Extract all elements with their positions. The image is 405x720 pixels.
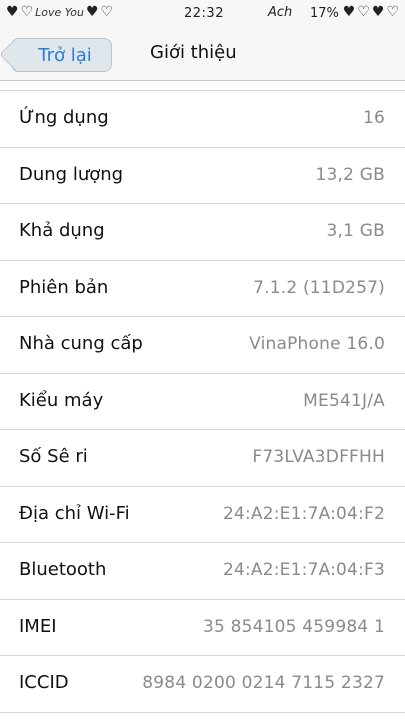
row-label: Dung lượng (19, 163, 124, 185)
status-bar: ♥ ♡ Love You ♥ ♡ 22:32 Ach 17% ♥ ♡ ♥ ♡ (0, 0, 405, 28)
row-value: F73LVA3DFFHH (252, 447, 385, 467)
row-label: Phiên bản (19, 276, 109, 298)
info-row-iccid: ICCID 8984 0200 0214 7115 2327 (0, 656, 405, 713)
row-value: 3,1 GB (326, 221, 385, 241)
info-row-imei: IMEI 35 854105 459984 1 (0, 600, 405, 656)
info-row-serial-number: Số Sê ri F73LVA3DFFHH (0, 430, 405, 487)
decorative-hearts-icon: ♥ ♡ Love You ♥ ♡ (6, 4, 114, 20)
row-value: ME541J/A (303, 390, 385, 411)
row-label: Ứng dụng (19, 107, 109, 128)
info-row-available: Khả dụng 3,1 GB (0, 204, 405, 261)
row-label: Số Sê ri (19, 446, 88, 467)
row-label: Địa chỉ Wi-Fi (19, 502, 130, 524)
back-button[interactable]: Trở lại (0, 38, 112, 72)
row-value: 24:A2:E1:7A:04:F2 (222, 503, 385, 524)
info-row-wifi-address: Địa chỉ Wi-Fi 24:A2:E1:7A:04:F2 (0, 487, 405, 543)
info-row-bluetooth: Bluetooth 24:A2:E1:7A:04:F3 (0, 543, 405, 600)
status-time: 22:32 (184, 6, 224, 21)
row-label: Nhà cung cấp (19, 333, 143, 354)
row-value: 16 (362, 108, 385, 128)
back-chevron-icon (0, 38, 32, 71)
row-value: 24:A2:E1:7A:04:F3 (222, 560, 385, 580)
row-value: VinaPhone 16.0 (249, 334, 385, 354)
row-label: ICCID (19, 672, 69, 693)
status-script-text: Love You (35, 5, 84, 19)
row-label: Bluetooth (19, 559, 107, 580)
row-value: 7.1.2 (11D257) (253, 277, 385, 298)
row-label: Kiểu máy (19, 389, 104, 411)
row-label: Khả dụng (19, 220, 105, 241)
info-row-capacity: Dung lượng 13,2 GB (0, 148, 405, 204)
navigation-bar: Trở lại Giới thiệu (0, 28, 405, 81)
info-row-model: Kiểu máy ME541J/A (0, 374, 405, 430)
row-value: 35 854105 459984 1 (202, 616, 385, 637)
about-screen: ♥ ♡ Love You ♥ ♡ 22:32 Ach 17% ♥ ♡ ♥ ♡ T… (0, 0, 405, 720)
status-carrier: Ach (268, 5, 293, 20)
battery-percentage: 17% (310, 6, 339, 21)
row-value: 13,2 GB (315, 164, 385, 185)
info-row-carrier: Nhà cung cấp VinaPhone 16.0 (0, 317, 405, 374)
info-row-version: Phiên bản 7.1.2 (11D257) (0, 261, 405, 317)
back-button-label: Trở lại (38, 44, 92, 66)
row-label: IMEI (19, 615, 57, 637)
info-row-applications: Ứng dụng 16 (0, 90, 405, 148)
page-title: Giới thiệu (150, 42, 237, 63)
row-value: 8984 0200 0214 7115 2327 (142, 673, 385, 693)
decorative-hearts-icon: ♥ ♡ ♥ ♡ (342, 4, 399, 20)
info-list: Ứng dụng 16 Dung lượng 13,2 GB Khả dụng … (0, 90, 405, 713)
